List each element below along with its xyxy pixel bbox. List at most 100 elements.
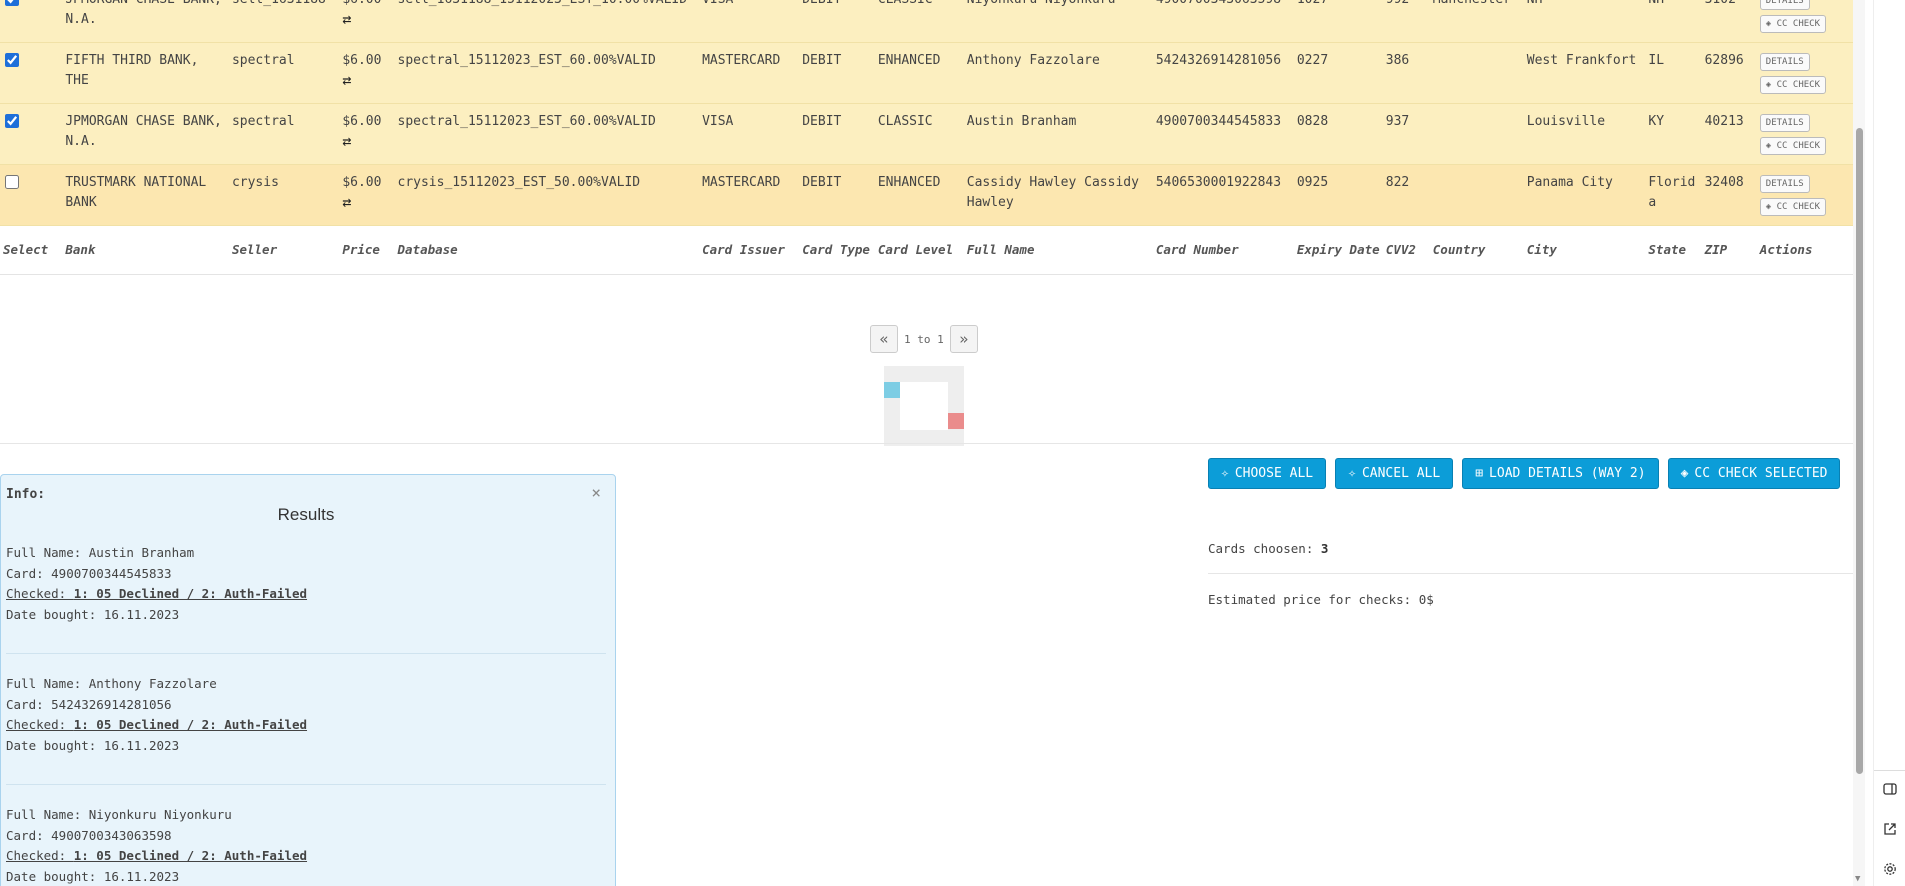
row-select-checkbox[interactable] bbox=[5, 53, 19, 67]
result-date: Date bought: 16.11.2023 bbox=[6, 737, 180, 753]
browser-side-rail bbox=[1873, 0, 1905, 886]
cell-database: sell_1631188_15112023_EST_10.00%VALID bbox=[395, 0, 700, 43]
swap-arrows-icon[interactable]: ⇄ bbox=[342, 132, 391, 150]
diamond-icon: ◈ bbox=[1765, 202, 1777, 212]
checked-value: 1: 05 Declined / 2: Auth-Failed bbox=[73, 586, 308, 601]
details-button[interactable]: DETAILS bbox=[1759, 53, 1810, 71]
cvv-value: 992 bbox=[1386, 0, 1409, 7]
details-button[interactable]: DETAILS bbox=[1759, 114, 1810, 132]
bank-value: JPMORGAN CHASE BANK, N.A. bbox=[65, 114, 222, 149]
cell-expiry: 0227 bbox=[1294, 43, 1383, 104]
pagination-next-button[interactable]: » bbox=[949, 325, 978, 353]
grid-icon: ⊞ bbox=[1475, 466, 1484, 481]
results-title: Results bbox=[277, 505, 335, 524]
settings-gear-icon[interactable] bbox=[1882, 862, 1898, 878]
row-select-checkbox[interactable] bbox=[5, 114, 19, 128]
database-value: spectral_15112023_EST_60.00%VALID bbox=[397, 53, 656, 68]
number-value: 5406530001922843 bbox=[1155, 175, 1282, 190]
action-buttons: ✧ CHOOSE ALL ✧ CANCEL ALL ⊞ LOAD DETAILS… bbox=[1208, 458, 1841, 489]
city-value: West Frankfort bbox=[1526, 53, 1637, 68]
summary-divider bbox=[1208, 573, 1853, 574]
result-checked-link[interactable]: Checked: 1: 05 Declined / 2: Auth-Failed bbox=[6, 846, 606, 867]
cvv-value: 822 bbox=[1385, 175, 1410, 190]
row-select-checkbox[interactable] bbox=[5, 0, 19, 6]
cell-name: Anthony Fazzolare bbox=[964, 43, 1153, 104]
cell-state: IL bbox=[1645, 43, 1701, 104]
diamond-icon: ◈ bbox=[1765, 19, 1777, 29]
database-value: sell_1631188_15112023_EST_10.00%VALID bbox=[398, 0, 688, 7]
cell-expiry: 1027 bbox=[1294, 0, 1383, 43]
pagination-label: 1 to 1 bbox=[904, 332, 944, 346]
level-value: CLASSIC bbox=[878, 0, 933, 7]
database-value: crysis_15112023_EST_50.00%VALID bbox=[397, 175, 641, 190]
cc-check-button[interactable]: ◈ CC CHECK bbox=[1759, 198, 1826, 216]
cell-country bbox=[1430, 43, 1524, 104]
cc-check-button[interactable]: ◈ CC CHECK bbox=[1759, 76, 1826, 94]
cell-bank: FIFTH THIRD BANK, THE bbox=[62, 43, 229, 104]
cell-type: DEBIT bbox=[799, 43, 875, 104]
swap-arrows-icon[interactable]: ⇄ bbox=[342, 193, 391, 211]
type-value: DEBIT bbox=[802, 53, 842, 68]
cell-zip: 32408 bbox=[1702, 165, 1757, 226]
col-database: Database bbox=[397, 242, 458, 257]
choose-all-button[interactable]: ✧ CHOOSE ALL bbox=[1208, 458, 1327, 489]
table-row: JPMORGAN CHASE BANK, N.A. sell_1631188 $6.… bbox=[0, 0, 1853, 43]
cell-country bbox=[1430, 104, 1524, 165]
swap-arrows-icon[interactable]: ⇄ bbox=[342, 71, 391, 89]
type-value: DEBIT bbox=[802, 114, 842, 129]
swap-arrows-icon[interactable]: ⇄ bbox=[342, 10, 391, 28]
vertical-scrollbar[interactable]: ▼ bbox=[1853, 0, 1865, 886]
close-icon[interactable]: × bbox=[591, 483, 601, 502]
cell-city: Louisville bbox=[1524, 104, 1646, 165]
details-button[interactable]: DETAILS bbox=[1759, 175, 1810, 193]
result-checked-link[interactable]: Checked: 1: 05 Declined / 2: Auth-Failed bbox=[6, 584, 606, 605]
col-select: Select bbox=[3, 242, 49, 257]
scroll-down-icon[interactable]: ▼ bbox=[1855, 874, 1860, 884]
cvv-value: 386 bbox=[1385, 53, 1410, 68]
details-button[interactable]: DETAILS bbox=[1759, 0, 1810, 10]
result-checked-link[interactable]: Checked: 1: 05 Declined / 2: Auth-Failed bbox=[6, 715, 606, 736]
open-external-icon[interactable] bbox=[1882, 822, 1898, 838]
expiry-value: 0925 bbox=[1296, 175, 1329, 190]
cell-state: NH bbox=[1645, 0, 1701, 43]
cell-cvv: 992 bbox=[1383, 0, 1430, 43]
result-date: Date bought: 16.11.2023 bbox=[6, 868, 180, 884]
result-card: Card: 4900700343063598 bbox=[6, 827, 172, 843]
col-actions: Actions bbox=[1759, 242, 1813, 257]
load-details-button[interactable]: ⊞ LOAD DETAILS (WAY 2) bbox=[1462, 458, 1659, 489]
cell-price: $6.00 ⇄ bbox=[339, 104, 394, 165]
cell-name: Niyonkuru Niyonkuru bbox=[964, 0, 1153, 43]
sidebar-toggle-icon[interactable] bbox=[1882, 782, 1898, 798]
cell-seller: crysis bbox=[229, 165, 339, 226]
loading-spinner bbox=[884, 366, 964, 446]
scrollbar-thumb[interactable] bbox=[1856, 128, 1863, 774]
seller-value: spectral bbox=[231, 114, 295, 129]
seller-value: crysis bbox=[231, 175, 279, 190]
select-cell bbox=[0, 165, 62, 226]
result-name: Full Name: Austin Branham bbox=[6, 545, 195, 560]
cell-seller: spectral bbox=[229, 43, 339, 104]
cc-check-selected-button[interactable]: ◈ CC CHECK SELECTED bbox=[1667, 458, 1841, 489]
pagination-prev-button[interactable]: « bbox=[870, 325, 898, 353]
level-value: ENHANCED bbox=[877, 175, 941, 190]
cancel-all-button[interactable]: ✧ CANCEL ALL bbox=[1335, 458, 1454, 489]
country-value: Manchester bbox=[1433, 0, 1511, 7]
cell-zip: 40213 bbox=[1702, 104, 1757, 165]
cc-check-button[interactable]: ◈ CC CHECK bbox=[1759, 137, 1826, 155]
cell-cvv: 822 bbox=[1383, 165, 1430, 226]
cc-check-button[interactable]: ◈ CC CHECK bbox=[1759, 15, 1826, 33]
col-cvv: CVV2 bbox=[1385, 242, 1416, 257]
cell-level: ENHANCED bbox=[875, 165, 964, 226]
cell-cvv: 937 bbox=[1383, 104, 1430, 165]
city-value: Panama City bbox=[1526, 175, 1613, 190]
col-type: Card Type bbox=[802, 242, 870, 257]
result-name: Full Name: Niyonkuru Niyonkuru bbox=[6, 807, 232, 822]
result-date: Date bought: 16.11.2023 bbox=[6, 606, 180, 622]
cell-country bbox=[1430, 165, 1524, 226]
expiry-value: 0828 bbox=[1296, 114, 1329, 129]
price-value: $6.00 bbox=[342, 0, 381, 7]
result-separator bbox=[6, 784, 606, 785]
row-select-checkbox[interactable] bbox=[5, 175, 19, 189]
name-value: Niyonkuru Niyonkuru bbox=[967, 0, 1116, 7]
state-value: Florida bbox=[1648, 175, 1696, 210]
